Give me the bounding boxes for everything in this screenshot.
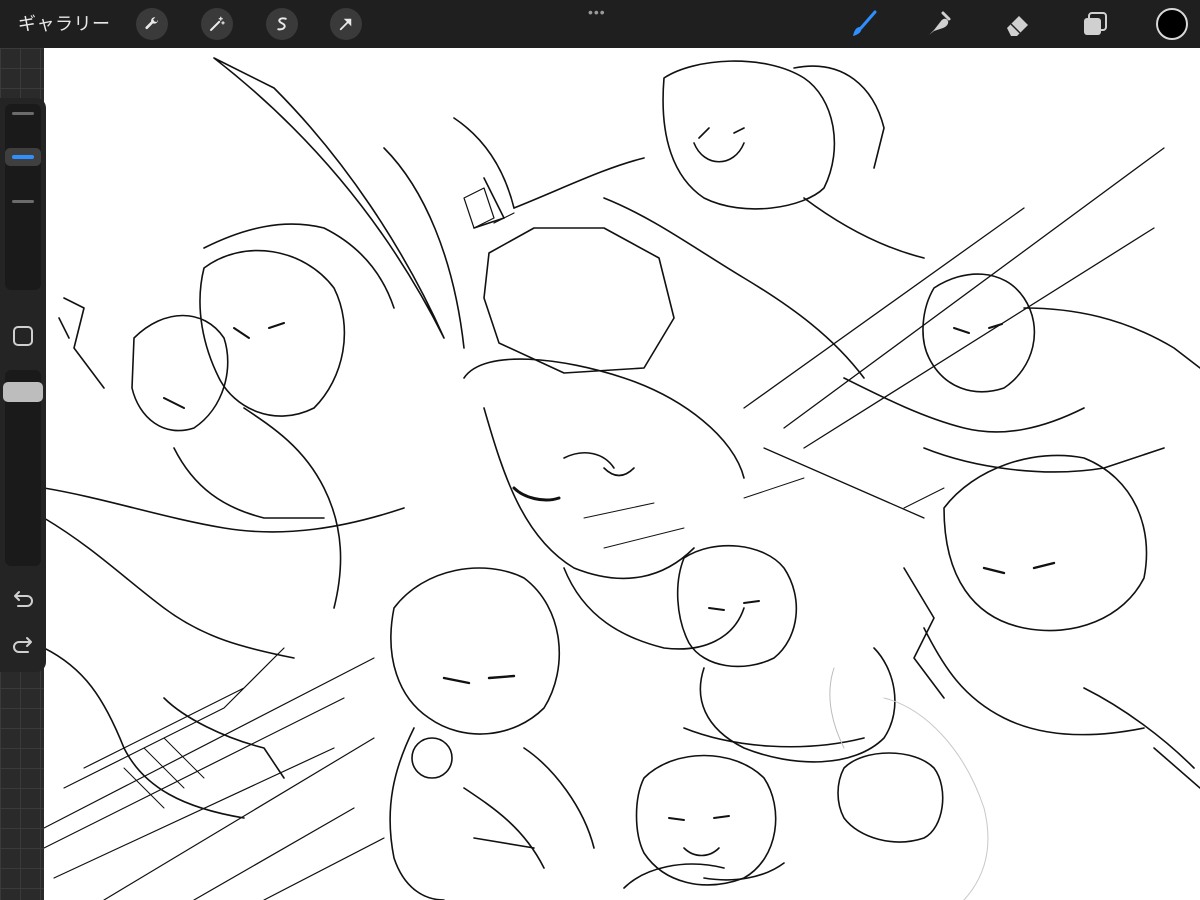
redo-button[interactable] <box>10 634 36 656</box>
wrench-icon <box>145 17 158 30</box>
drawing-canvas[interactable] <box>44 48 1200 900</box>
transform-button[interactable] <box>330 8 362 40</box>
brush-tool-button[interactable] <box>846 6 882 42</box>
slider-tick <box>12 112 34 115</box>
undo-icon <box>14 591 33 607</box>
modify-button[interactable] <box>13 326 33 346</box>
color-swatch[interactable] <box>1156 8 1188 40</box>
top-toolbar: ギャラリー ••• <box>0 0 1200 48</box>
actions-button[interactable] <box>136 8 168 40</box>
slider-tick <box>12 200 34 203</box>
slider-handle-indicator <box>12 155 34 159</box>
smudge-tool-button[interactable] <box>920 6 956 42</box>
brush-sidebar <box>0 98 46 672</box>
brush-size-slider[interactable] <box>5 104 41 290</box>
top-handle-dots[interactable]: ••• <box>588 4 606 20</box>
undo-button[interactable] <box>10 588 36 610</box>
brush-size-handle[interactable] <box>5 148 41 166</box>
sketch-artwork <box>44 57 1200 900</box>
selection-button[interactable] <box>266 8 298 40</box>
transform-arrow-icon <box>339 18 352 31</box>
layers-icon <box>1084 12 1107 35</box>
brush-icon <box>853 10 877 36</box>
eraser-icon <box>1007 16 1028 36</box>
adjustments-button[interactable] <box>201 8 233 40</box>
eraser-tool-button[interactable] <box>1000 6 1036 42</box>
brush-opacity-handle[interactable] <box>3 382 43 402</box>
redo-icon <box>13 637 32 653</box>
smudge-icon <box>929 11 951 35</box>
magic-wand-icon <box>210 16 225 31</box>
layers-button[interactable] <box>1077 6 1113 42</box>
selection-icon <box>277 17 287 31</box>
gallery-button[interactable]: ギャラリー <box>18 12 111 36</box>
